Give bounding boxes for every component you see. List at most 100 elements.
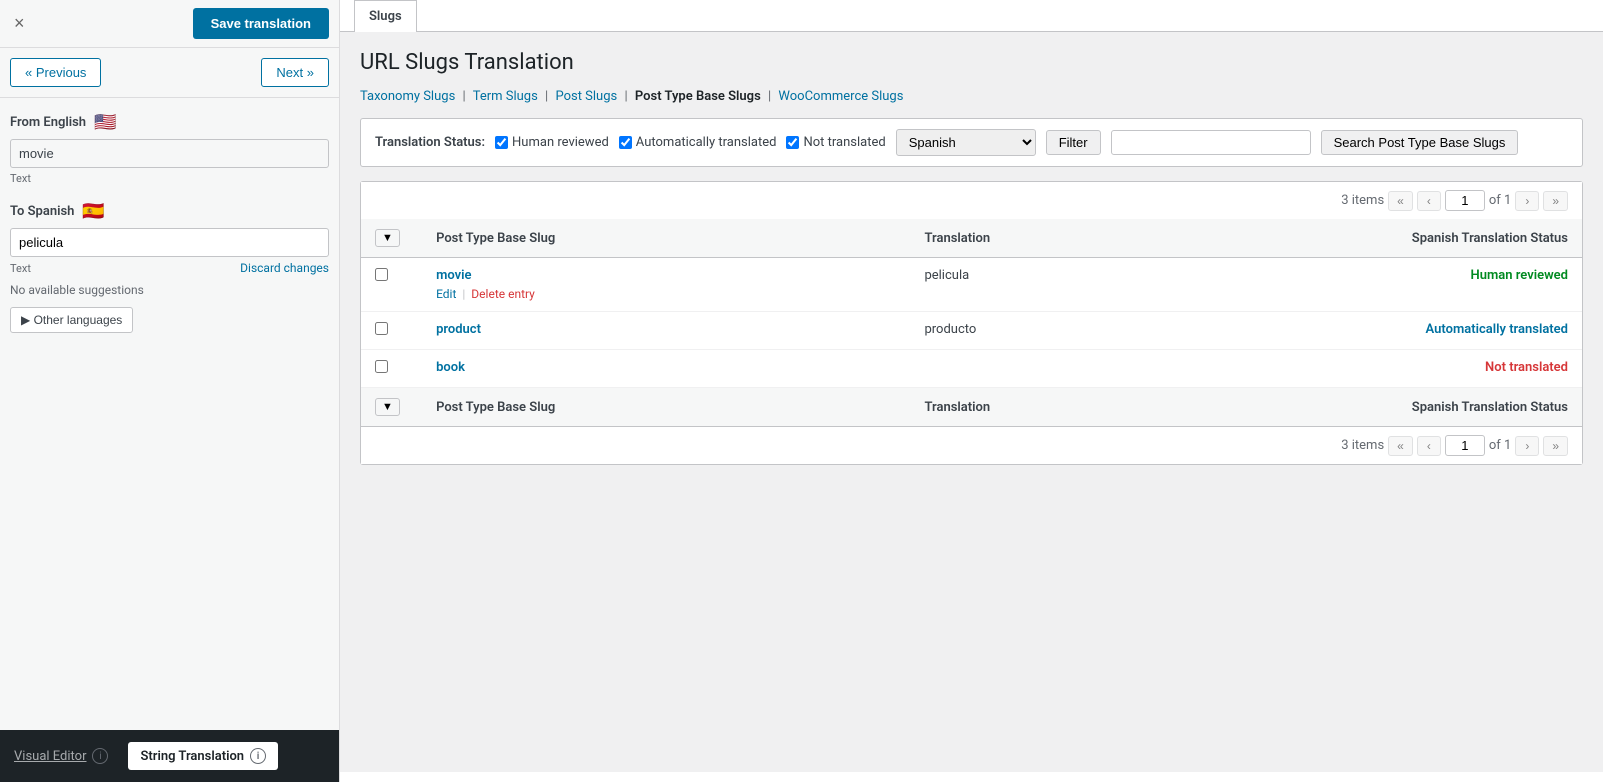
tab-slugs[interactable]: Slugs [354, 0, 417, 32]
prev-page-btn-bottom[interactable]: ‹ [1417, 436, 1441, 456]
prev-page-btn-top[interactable]: ‹ [1417, 191, 1441, 211]
col-footer-slug: Post Type Base Slug [422, 388, 910, 427]
to-label-text: To Spanish [10, 204, 74, 219]
row-check-cell [361, 258, 422, 312]
filter-button[interactable]: Filter [1046, 130, 1101, 155]
first-page-btn-top[interactable]: « [1388, 191, 1413, 211]
table-wrapper: 3 items « ‹ of 1 › » ▼ Post Type Bas [360, 181, 1583, 465]
table-row: book Not translated [361, 350, 1582, 388]
col-header-status: Spanish Translation Status [1277, 219, 1582, 258]
search-button[interactable]: Search Post Type Base Slugs [1321, 130, 1519, 155]
last-page-btn-top[interactable]: » [1543, 191, 1568, 211]
row-check-cell [361, 312, 422, 350]
col-header-check: ▼ [361, 219, 422, 258]
next-button[interactable]: Next » [261, 58, 329, 87]
spanish-flag: 🇪🇸 [82, 201, 104, 222]
sub-nav: Taxonomy Slugs | Term Slugs | Post Slugs… [360, 89, 1583, 104]
post-type-base-slugs-link: Post Type Base Slugs [635, 89, 761, 104]
string-translation-info-icon[interactable]: i [250, 748, 266, 764]
left-panel: × Save translation « Previous Next » Fro… [0, 0, 340, 782]
target-type: Text [10, 262, 31, 275]
target-meta: Text Discard changes [10, 261, 329, 275]
delete-link[interactable]: Delete entry [471, 287, 535, 301]
table-row: movie Edit | Delete entry pelicula Human… [361, 258, 1582, 312]
slug-cell: movie Edit | Delete entry [422, 258, 910, 312]
not-translated-checkbox-label[interactable]: Not translated [786, 135, 885, 150]
human-reviewed-checkbox[interactable] [495, 136, 508, 149]
status-badge: Automatically translated [1426, 322, 1568, 337]
no-suggestions: No available suggestions [10, 283, 329, 297]
row-checkbox[interactable] [375, 322, 388, 335]
string-translation-tab[interactable]: String Translation i [128, 742, 278, 770]
status-badge: Human reviewed [1471, 268, 1569, 283]
visual-editor-link[interactable]: Visual Editor [14, 749, 86, 764]
not-translated-label: Not translated [803, 135, 885, 150]
table-footer-row: ▼ Post Type Base Slug Translation Spanis… [361, 388, 1582, 427]
post-slugs-link[interactable]: Post Slugs [555, 89, 617, 104]
search-input[interactable] [1111, 130, 1311, 155]
auto-translated-checkbox[interactable] [619, 136, 632, 149]
first-page-btn-bottom[interactable]: « [1388, 436, 1413, 456]
page-title: URL Slugs Translation [360, 50, 1583, 75]
right-panel: Slugs URL Slugs Translation Taxonomy Slu… [340, 0, 1603, 782]
row-checkbox[interactable] [375, 360, 388, 373]
row-check-cell [361, 350, 422, 388]
to-language-label: To Spanish 🇪🇸 [10, 201, 329, 222]
col-footer-translation: Translation [910, 388, 1276, 427]
string-translation-label: String Translation [140, 749, 244, 764]
status-cell: Automatically translated [1277, 312, 1582, 350]
col-footer-toggle: ▼ [361, 388, 422, 427]
translation-cell: producto [910, 312, 1276, 350]
previous-button[interactable]: « Previous [10, 58, 101, 87]
main-content: URL Slugs Translation Taxonomy Slugs | T… [340, 32, 1603, 772]
row-checkbox[interactable] [375, 268, 388, 281]
translation-cell [910, 350, 1276, 388]
slug-link[interactable]: movie [436, 268, 471, 283]
table-row: product producto Automatically translate… [361, 312, 1582, 350]
page-total-top: of 1 [1489, 193, 1511, 208]
save-translation-button[interactable]: Save translation [193, 8, 329, 39]
next-page-btn-bottom[interactable]: › [1515, 436, 1539, 456]
status-cell: Human reviewed [1277, 258, 1582, 312]
target-input[interactable] [10, 228, 329, 257]
edit-link[interactable]: Edit [436, 287, 456, 301]
from-language-label: From English 🇺🇸 [10, 112, 329, 133]
close-button[interactable]: × [10, 9, 29, 38]
bottom-bar: Visual Editor i String Translation i [0, 730, 339, 782]
slug-link[interactable]: product [436, 322, 481, 337]
tabs-bar: Slugs [340, 0, 1603, 32]
translation-cell: pelicula [910, 258, 1276, 312]
discard-changes-link[interactable]: Discard changes [240, 261, 329, 275]
expand-all-toggle[interactable]: ▼ [375, 229, 400, 247]
col-header-translation: Translation [910, 219, 1276, 258]
page-input-top[interactable] [1445, 190, 1485, 211]
other-languages-button[interactable]: ▶ Other languages [10, 307, 133, 333]
language-select[interactable]: Spanish French German Italian Portuguese [896, 129, 1036, 156]
visual-editor-info-icon[interactable]: i [92, 748, 108, 764]
not-translated-checkbox[interactable] [786, 136, 799, 149]
woocommerce-slugs-link[interactable]: WooCommerce Slugs [778, 89, 903, 104]
term-slugs-link[interactable]: Term Slugs [473, 89, 538, 104]
human-reviewed-checkbox-label[interactable]: Human reviewed [495, 135, 609, 150]
taxonomy-slugs-link[interactable]: Taxonomy Slugs [360, 89, 455, 104]
slug-cell: book [422, 350, 910, 388]
col-footer-status: Spanish Translation Status [1277, 388, 1582, 427]
slug-link[interactable]: book [436, 360, 465, 375]
top-bar: × Save translation [0, 0, 339, 48]
translation-area: From English 🇺🇸 Text To Spanish 🇪🇸 Text … [0, 98, 339, 730]
from-label-text: From English [10, 115, 86, 130]
bottom-pagination: 3 items « ‹ of 1 › » [361, 427, 1582, 464]
next-page-btn-top[interactable]: › [1515, 191, 1539, 211]
english-flag: 🇺🇸 [94, 112, 116, 133]
nav-buttons: « Previous Next » [0, 48, 339, 98]
items-count-top: 3 items [1341, 193, 1384, 208]
last-page-btn-bottom[interactable]: » [1543, 436, 1568, 456]
page-input-bottom[interactable] [1445, 435, 1485, 456]
source-input[interactable] [10, 139, 329, 168]
filters-bar: Translation Status: Human reviewed Autom… [360, 118, 1583, 167]
status-cell: Not translated [1277, 350, 1582, 388]
auto-translated-checkbox-label[interactable]: Automatically translated [619, 135, 777, 150]
slug-cell: product [422, 312, 910, 350]
slugs-table: ▼ Post Type Base Slug Translation Spanis… [361, 219, 1582, 427]
collapse-all-toggle[interactable]: ▼ [375, 398, 400, 416]
